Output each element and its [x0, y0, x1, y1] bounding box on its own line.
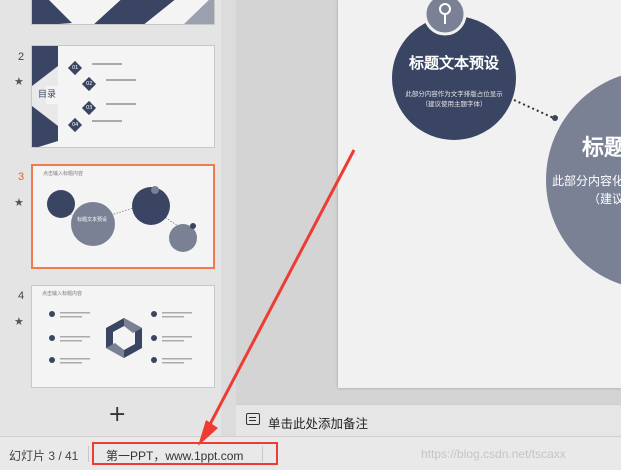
- thumbnail-3-art: [47, 186, 197, 252]
- star-icon: ★: [14, 315, 24, 328]
- thumbnail-1-art: [32, 0, 214, 24]
- current-slide[interactable]: 标题文本预设 此部分内容作为文字排版占位显示 （建议使用主题字体） 标题 此部分…: [338, 0, 621, 388]
- slide-counter: 幻灯片 3 / 41: [9, 449, 79, 463]
- slide-number-2: 2: [18, 51, 25, 63]
- notes-bar[interactable]: 单击此处添加备注: [236, 404, 621, 436]
- thumbnail-4-art: [49, 311, 192, 364]
- notes-placeholder[interactable]: 单击此处添加备注: [268, 413, 368, 432]
- circle2-title[interactable]: 标题: [582, 130, 621, 162]
- slide-thumbnail-3[interactable]: 点击输入标题内容 标题文本预设: [31, 164, 215, 269]
- circle1-body-line1[interactable]: 此部分内容作为文字排版占位显示: [404, 88, 504, 98]
- slide-number-4: 4: [18, 290, 25, 302]
- slide-thumbnail-2[interactable]: 目录 01 02 03 04: [31, 45, 215, 148]
- star-icon: ★: [14, 75, 24, 88]
- watermark-text: https://blog.csdn.net/tscaxx: [421, 447, 566, 461]
- slide-number-3: 3: [18, 171, 25, 183]
- thumbnail-2-item: 01: [72, 65, 79, 71]
- circle1-body-line2[interactable]: （建议使用主题字体）: [404, 98, 504, 108]
- slide-thumbnail-panel[interactable]: 2 ★ 目录 01 02 03 04 3 ★ 点击输入标题内容 标题文本预设 4…: [0, 0, 236, 436]
- status-bar: 幻灯片 3 / 41 第一PPT，www.1ppt.com https://bl…: [0, 436, 621, 470]
- add-slide-button[interactable]: +: [108, 404, 126, 426]
- slide-thumbnail-1[interactable]: [31, 0, 215, 25]
- thumbnail-2-item: 02: [86, 81, 93, 87]
- slide-editor-area[interactable]: 标题文本预设 此部分内容作为文字排版占位显示 （建议使用主题字体） 标题 此部分…: [236, 0, 621, 404]
- site-text-highlight: 第一PPT，www.1ppt.com: [92, 442, 278, 465]
- status-divider: [262, 446, 263, 462]
- slide-thumbnail-4[interactable]: 点击输入标题内容: [31, 285, 215, 388]
- thumbnail-scrollbar[interactable]: [221, 0, 236, 436]
- thumbnail-2-art: [32, 46, 136, 147]
- thumbnail-2-item: 03: [86, 105, 93, 111]
- site-text: 第一PPT，www.1ppt.com: [106, 449, 244, 463]
- thumbnail-2-title: 目录: [38, 90, 57, 100]
- circle2-body-line2[interactable]: （建议: [588, 190, 621, 207]
- notes-icon: [246, 413, 260, 425]
- circle2-body-line1[interactable]: 此部分内容化: [552, 172, 621, 189]
- status-divider: [88, 446, 89, 462]
- thumbnail-3-title: 点击输入标题内容: [43, 171, 84, 177]
- circle1-title[interactable]: 标题文本预设: [406, 52, 502, 73]
- thumbnail-3-circle-label: 标题文本预设: [77, 217, 108, 223]
- thumbnail-2-item: 04: [72, 122, 79, 128]
- star-icon: ★: [14, 196, 24, 209]
- thumbnail-4-title: 点击输入标题内容: [42, 291, 83, 297]
